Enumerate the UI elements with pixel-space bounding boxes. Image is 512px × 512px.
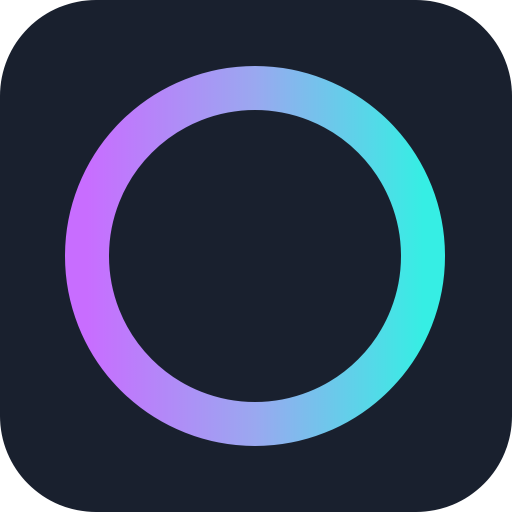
app-icon [0, 0, 512, 512]
ring-logo-icon [0, 0, 512, 512]
